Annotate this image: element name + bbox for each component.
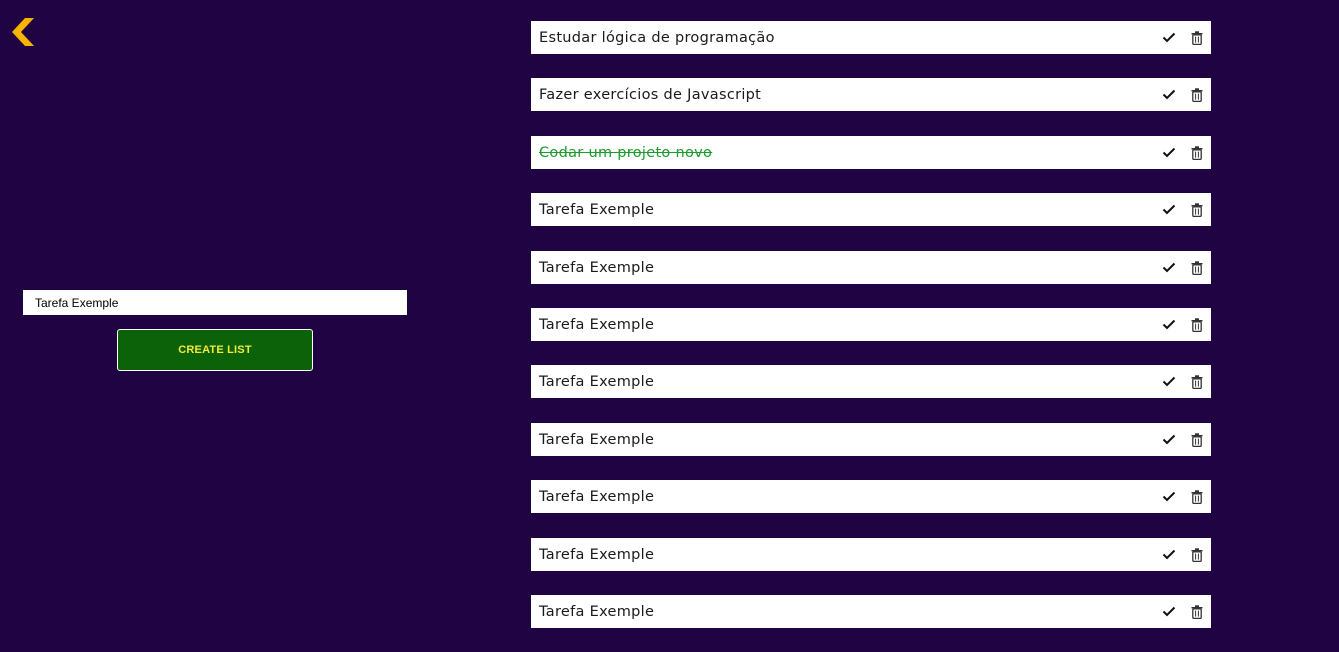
task-text: Tarefa Exemple [539, 431, 655, 448]
task-text: Tarefa Exemple [539, 259, 655, 276]
check-icon [1162, 90, 1176, 100]
complete-task-button[interactable] [1162, 31, 1176, 44]
trash-icon [1191, 490, 1203, 505]
back-button[interactable] [8, 14, 38, 50]
trash-icon [1191, 433, 1203, 447]
trash-icon [1191, 375, 1203, 390]
task-text: Tarefa Exemple [539, 489, 655, 506]
chevron-left-icon [12, 18, 34, 46]
complete-task-button[interactable] [1162, 548, 1176, 561]
check-icon [1162, 319, 1176, 330]
check-icon [1162, 147, 1176, 158]
task-item: Tarefa Exemple [531, 594, 1211, 628]
trash-icon [1191, 547, 1203, 562]
check-icon [1162, 377, 1176, 387]
complete-task-button[interactable] [1162, 605, 1176, 618]
complete-task-button[interactable] [1162, 261, 1176, 274]
delete-task-button[interactable] [1191, 318, 1203, 332]
task-item: Tarefa Exemple [531, 307, 1211, 341]
task-text: Tarefa Exemple [539, 316, 655, 333]
trash-icon [1191, 88, 1203, 103]
check-icon [1162, 434, 1176, 445]
task-text: Tarefa Exemple [539, 603, 655, 620]
task-text: Tarefa Exemple [539, 202, 655, 219]
trash-icon [1191, 318, 1203, 332]
task-item: Tarefa Exemple [531, 365, 1211, 399]
delete-task-button[interactable] [1191, 490, 1203, 505]
task-text: Estudar lógica de programação [539, 30, 775, 46]
task-text: Tarefa Exemple [539, 546, 655, 563]
task-item: Tarefa Exemple [531, 422, 1211, 456]
delete-task-button[interactable] [1191, 260, 1203, 275]
complete-task-button[interactable] [1162, 433, 1176, 446]
complete-task-button[interactable] [1162, 375, 1176, 388]
delete-task-button[interactable] [1191, 375, 1203, 390]
task-item: Tarefa Exemple [531, 537, 1211, 571]
task-item: Tarefa Exemple [531, 480, 1211, 514]
trash-icon [1191, 605, 1203, 619]
task-text: Fazer exercícios de Javascript [539, 87, 762, 104]
task-item: Tarefa Exemple [531, 250, 1211, 284]
create-list-button[interactable]: CREATE LIST [117, 329, 313, 371]
delete-task-button[interactable] [1191, 88, 1203, 103]
trash-icon [1191, 31, 1203, 45]
complete-task-button[interactable] [1162, 318, 1176, 331]
task-text: Tarefa Exemple [539, 374, 655, 391]
check-icon [1162, 606, 1176, 617]
task-item: Tarefa Exemple [531, 193, 1211, 227]
check-icon [1162, 262, 1176, 272]
check-icon [1162, 32, 1176, 43]
check-icon [1162, 204, 1176, 215]
delete-task-button[interactable] [1191, 605, 1203, 619]
check-icon [1162, 549, 1176, 559]
task-text: Codar um projeto novo [539, 144, 713, 161]
task-list: Estudar lógica de programação Fazer exer… [531, 21, 1211, 652]
delete-task-button[interactable] [1191, 31, 1203, 45]
trash-icon [1191, 203, 1203, 218]
complete-task-button[interactable] [1162, 203, 1176, 216]
check-icon [1162, 491, 1176, 502]
complete-task-button[interactable] [1162, 88, 1176, 101]
complete-task-button[interactable] [1162, 146, 1176, 159]
task-item: Estudar lógica de programação [531, 21, 1211, 54]
task-input[interactable] [23, 290, 407, 315]
trash-icon [1191, 146, 1203, 160]
delete-task-button[interactable] [1191, 433, 1203, 447]
task-item: Codar um projeto novo [531, 135, 1211, 169]
trash-icon [1191, 260, 1203, 275]
task-item: Fazer exercícios de Javascript [531, 78, 1211, 112]
delete-task-button[interactable] [1191, 547, 1203, 562]
delete-task-button[interactable] [1191, 146, 1203, 160]
complete-task-button[interactable] [1162, 490, 1176, 503]
delete-task-button[interactable] [1191, 203, 1203, 218]
